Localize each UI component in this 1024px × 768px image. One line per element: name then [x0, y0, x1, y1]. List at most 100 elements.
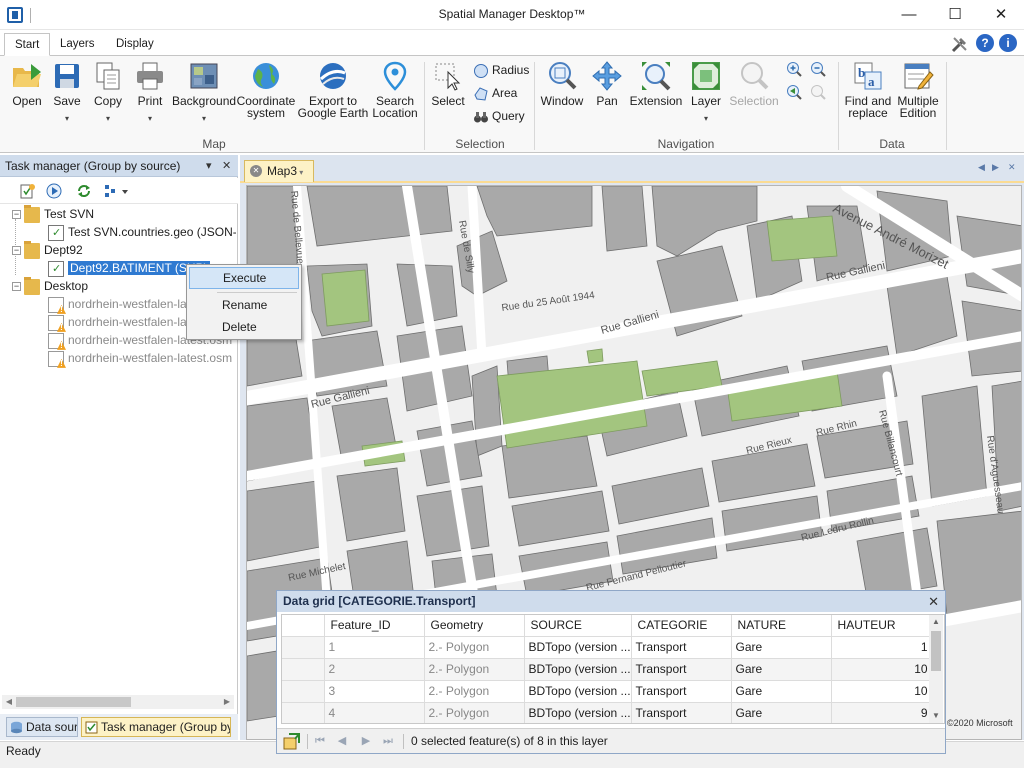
tree-horizontal-scrollbar[interactable]: ◀ ▶: [2, 695, 234, 709]
tree-item-source[interactable]: − Test SVN: [12, 205, 94, 223]
scroll-right-arrow-icon[interactable]: ▶: [220, 695, 234, 709]
zoom-to-features-icon[interactable]: [283, 733, 301, 750]
first-page-icon[interactable]: ⏮: [313, 734, 327, 748]
help-icon[interactable]: ?: [976, 34, 994, 52]
column-header[interactable]: NATURE: [731, 615, 832, 637]
table-cell[interactable]: Transport: [631, 680, 732, 703]
next-page-icon[interactable]: ▶: [359, 734, 373, 748]
scroll-thumb[interactable]: [931, 631, 941, 671]
query-button[interactable]: Query: [473, 107, 525, 127]
zoom-extension-button[interactable]: Extension: [628, 60, 684, 107]
table-cell[interactable]: 2.- Polygon: [424, 680, 525, 703]
panel-menu-button[interactable]: ▾: [206, 155, 212, 177]
column-header[interactable]: HAUTEUR: [831, 615, 934, 637]
row-header[interactable]: [282, 680, 325, 703]
table-cell[interactable]: 9: [831, 702, 934, 723]
table-row[interactable]: 1 2.- Polygon BDTopo (version ... Transp…: [282, 636, 934, 659]
table-cell[interactable]: 3: [324, 680, 425, 703]
table-cell[interactable]: Transport: [631, 702, 732, 723]
data-grid-close-button[interactable]: ✕: [928, 591, 939, 612]
refresh-icon[interactable]: [76, 183, 92, 199]
tab-task-manager[interactable]: Task manager (Group by source): [81, 717, 231, 737]
maximize-button[interactable]: ☐: [932, 0, 978, 30]
background-button[interactable]: Background ▾: [172, 60, 236, 125]
table-cell[interactable]: 2.- Polygon: [424, 702, 525, 723]
row-header[interactable]: [282, 658, 325, 681]
table-cell[interactable]: Gare: [731, 636, 832, 659]
column-header[interactable]: CATEGORIE: [631, 615, 732, 637]
tree-item-source[interactable]: − Dept92: [12, 240, 83, 259]
table-cell[interactable]: 1: [324, 636, 425, 659]
tree-item-source[interactable]: − Desktop: [12, 276, 88, 295]
column-header[interactable]: SOURCE: [524, 615, 632, 637]
table-cell[interactable]: Transport: [631, 636, 732, 659]
new-task-icon[interactable]: [20, 183, 36, 199]
table-cell[interactable]: 2.- Polygon: [424, 658, 525, 681]
open-button[interactable]: Open: [8, 60, 46, 107]
table-cell[interactable]: 10: [831, 658, 934, 681]
radius-select-button[interactable]: Radius: [473, 61, 529, 81]
zoom-next-icon[interactable]: [810, 84, 826, 100]
export-google-earth-button[interactable]: Export to Google Earth: [296, 60, 370, 119]
scroll-thumb[interactable]: [16, 697, 131, 707]
table-cell[interactable]: Gare: [731, 658, 832, 681]
tab-scroll-left-icon[interactable]: ◀: [978, 162, 985, 173]
table-row[interactable]: 3 2.- Polygon BDTopo (version ... Transp…: [282, 680, 934, 703]
table-cell[interactable]: Gare: [731, 702, 832, 723]
tab-map3[interactable]: ✕ Map3 ▾: [244, 160, 314, 182]
pan-button[interactable]: Pan: [590, 60, 624, 107]
multiple-edition-button[interactable]: Multiple Edition: [894, 60, 942, 119]
save-button[interactable]: Save ▾: [48, 60, 86, 125]
table-row[interactable]: 4 2.- Polygon BDTopo (version ... Transp…: [282, 702, 934, 723]
group-by-icon[interactable]: [104, 183, 130, 199]
close-document-icon[interactable]: ✕: [1008, 162, 1016, 173]
table-cell[interactable]: Transport: [631, 658, 732, 681]
table-cell[interactable]: BDTopo (version ...: [524, 680, 632, 703]
close-tab-icon[interactable]: ✕: [250, 165, 262, 177]
print-button[interactable]: Print ▾: [132, 60, 168, 125]
menu-item-delete[interactable]: Delete: [189, 316, 299, 338]
menu-item-rename[interactable]: Rename: [189, 294, 299, 316]
grid-vertical-scrollbar[interactable]: ▲ ▼: [929, 615, 943, 723]
find-replace-button[interactable]: ba Find and replace: [842, 60, 894, 119]
run-task-icon[interactable]: [46, 183, 62, 199]
copy-button[interactable]: Copy ▾: [90, 60, 126, 125]
search-location-button[interactable]: Search Location: [370, 60, 420, 119]
table-cell[interactable]: 2: [324, 658, 425, 681]
select-button[interactable]: Select: [428, 60, 468, 107]
area-select-button[interactable]: Area: [473, 84, 517, 104]
tab-layers[interactable]: Layers: [50, 33, 105, 56]
table-row[interactable]: 2 2.- Polygon BDTopo (version ... Transp…: [282, 658, 934, 681]
tab-start[interactable]: Start: [4, 33, 51, 56]
zoom-out-icon[interactable]: [810, 61, 826, 77]
table-cell[interactable]: Gare: [731, 680, 832, 703]
zoom-window-button[interactable]: Window: [538, 60, 586, 107]
zoom-selection-button[interactable]: Selection: [728, 60, 780, 107]
table-cell[interactable]: 1: [831, 636, 934, 659]
row-header[interactable]: [282, 702, 325, 723]
table-cell[interactable]: 4: [324, 702, 425, 723]
table-cell[interactable]: BDTopo (version ...: [524, 702, 632, 723]
table-cell[interactable]: BDTopo (version ...: [524, 658, 632, 681]
close-button[interactable]: ✕: [978, 0, 1024, 30]
minimize-button[interactable]: —: [886, 0, 932, 30]
tree-item-task-warning[interactable]: nordrhein-westfalen-latest.osm: [48, 349, 232, 367]
zoom-previous-icon[interactable]: [786, 84, 802, 100]
tools-icon[interactable]: [950, 34, 970, 54]
panel-close-button[interactable]: ✕: [222, 155, 231, 177]
tab-display[interactable]: Display: [106, 33, 164, 56]
table-cell[interactable]: BDTopo (version ...: [524, 636, 632, 659]
tab-data-sources[interactable]: Data sources: [6, 717, 78, 737]
tab-scroll-right-icon[interactable]: ▶: [992, 162, 999, 173]
table-cell[interactable]: 10: [831, 680, 934, 703]
zoom-in-icon[interactable]: [786, 61, 802, 77]
previous-page-icon[interactable]: ◀: [335, 734, 349, 748]
column-header[interactable]: Geometry: [424, 615, 525, 637]
scroll-left-arrow-icon[interactable]: ◀: [2, 695, 16, 709]
coordinate-system-button[interactable]: Coordinate system: [236, 60, 296, 119]
zoom-layer-button[interactable]: Layer ▾: [686, 60, 726, 125]
table-cell[interactable]: 2.- Polygon: [424, 636, 525, 659]
column-header[interactable]: Feature_ID: [324, 615, 425, 637]
scroll-down-arrow-icon[interactable]: ▼: [929, 709, 943, 723]
last-page-icon[interactable]: ⏭: [381, 734, 395, 748]
